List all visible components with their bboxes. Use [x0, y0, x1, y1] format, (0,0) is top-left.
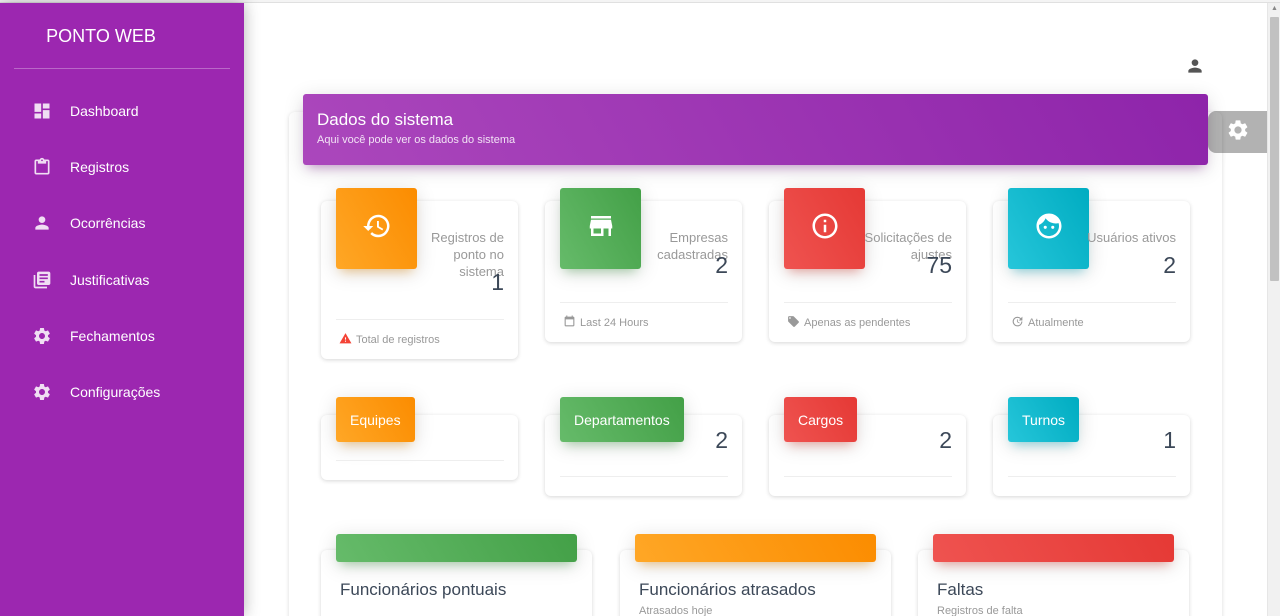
- gear-icon: [1226, 118, 1250, 147]
- sidebar-item-dashboard[interactable]: Dashboard: [0, 83, 244, 139]
- card-tag-turnos[interactable]: Turnos: [1008, 397, 1080, 442]
- card-turnos: Turnos 1: [993, 397, 1190, 496]
- sidebar: PONTO WEB Dashboard Registros Ocorrência…: [0, 3, 244, 616]
- sidebar-item-registros[interactable]: Registros: [0, 139, 244, 195]
- user-account-icon[interactable]: [1185, 56, 1205, 76]
- history-icon: [362, 211, 392, 246]
- scroll-up-arrow-icon[interactable]: ▲: [1268, 3, 1280, 15]
- stat-divider: [560, 302, 728, 303]
- stat-card-registros: Registros de ponto no sistema 1 Total de…: [321, 188, 518, 359]
- card-divider: [560, 476, 728, 477]
- stat-divider: [336, 319, 504, 320]
- card-divider: [1008, 476, 1176, 477]
- card-value: 1: [1163, 427, 1176, 453]
- card-cargos: Cargos 2: [769, 397, 966, 496]
- calendar-icon: [563, 315, 580, 331]
- sidebar-item-fechamentos[interactable]: Fechamentos: [0, 308, 244, 364]
- sidebar-item-justificativas[interactable]: Justificativas: [0, 252, 244, 308]
- stat-card-usuarios: Usuários ativos 2 Atualmente: [993, 188, 1190, 342]
- stat-footer: Total de registros: [339, 332, 440, 348]
- stat-footer: Atualmente: [1011, 315, 1084, 331]
- sidebar-item-label: Fechamentos: [70, 327, 155, 344]
- sidebar-item-label: Justificativas: [70, 271, 150, 288]
- brand-text: PONTO WEB: [46, 26, 156, 46]
- gear-icon: [32, 382, 52, 402]
- card-tag-cargos[interactable]: Cargos: [784, 397, 858, 442]
- card-header-bar: [635, 534, 876, 562]
- library-books-icon: [32, 270, 52, 290]
- stat-footer: Apenas as pendentes: [787, 315, 910, 331]
- stat-divider: [1008, 302, 1176, 303]
- card-subtitle: Registros de falta: [937, 605, 1023, 616]
- card-value: 2: [715, 427, 728, 453]
- card-tag-equipes[interactable]: Equipes: [336, 397, 415, 442]
- card-faltas: Faltas Registros de falta: [918, 534, 1189, 616]
- clipboard-icon: [32, 157, 52, 177]
- scroll-thumb[interactable]: [1270, 17, 1279, 281]
- update-icon: [1011, 315, 1028, 331]
- sidebar-item-label: Ocorrências: [70, 215, 146, 232]
- card-title: Funcionários pontuais: [340, 580, 507, 599]
- sidebar-item-configuracoes[interactable]: Configurações: [0, 364, 244, 420]
- face-icon: [1034, 211, 1064, 246]
- sidebar-item-ocorrencias[interactable]: Ocorrências: [0, 195, 244, 251]
- card-tag-departamentos[interactable]: Departamentos: [560, 397, 684, 442]
- stat-value: 75: [926, 252, 952, 278]
- card-header-bar: [336, 534, 577, 562]
- page-title: Dados do sistema: [317, 110, 454, 129]
- stat-footer-text: Total de registros: [356, 334, 440, 346]
- page-subtitle: Aqui você pode ver os dados do sistema: [317, 134, 516, 146]
- sidebar-item-label: Dashboard: [70, 103, 139, 120]
- card-divider: [336, 460, 504, 461]
- stat-value: 1: [491, 269, 504, 295]
- warning-icon: [339, 332, 356, 348]
- card-funcionarios-atrasados: Funcionários atrasados Atrasados hoje: [620, 534, 891, 616]
- sidebar-nav: Dashboard Registros Ocorrências Justific…: [0, 83, 244, 420]
- sidebar-item-label: Registros: [70, 159, 130, 176]
- gear-icon: [32, 326, 52, 346]
- card-title: Funcionários atrasados: [639, 580, 816, 599]
- stat-icon-box: [336, 188, 417, 269]
- card-value: 2: [939, 427, 952, 453]
- store-icon: [586, 211, 616, 246]
- stat-card-empresas: Empresas cadastradas 2 Last 24 Hours: [545, 188, 742, 342]
- card-subtitle: Atrasados hoje: [639, 605, 713, 616]
- stat-footer: Last 24 Hours: [563, 315, 648, 331]
- system-data-header: Dados do sistema Aqui você pode ver os d…: [303, 94, 1208, 165]
- stat-value: 2: [1163, 252, 1176, 278]
- stat-footer-text: Apenas as pendentes: [804, 317, 911, 329]
- card-equipes: Equipes: [321, 397, 518, 480]
- stat-value: 2: [715, 252, 728, 278]
- stat-category: Empresas cadastradas: [657, 230, 728, 262]
- card-funcionarios-pontuais: Funcionários pontuais: [321, 534, 592, 616]
- stat-category: Usuários ativos: [1087, 230, 1176, 245]
- sidebar-item-label: Configurações: [70, 384, 161, 401]
- card-departamentos: Departamentos 2: [545, 397, 742, 496]
- settings-plugin-button[interactable]: [1208, 111, 1267, 153]
- person-icon: [32, 213, 52, 233]
- brand-logo[interactable]: PONTO WEB: [14, 3, 230, 69]
- tag-icon: [787, 315, 804, 331]
- stat-footer-text: Last 24 Hours: [580, 317, 649, 329]
- dashboard-icon: [32, 101, 52, 121]
- card-header-bar: [933, 534, 1174, 562]
- card-divider: [784, 476, 952, 477]
- stat-footer-text: Atualmente: [1028, 317, 1084, 329]
- page-scrollbar[interactable]: ▲: [1267, 3, 1280, 616]
- info-icon: [810, 211, 840, 246]
- card-title: Faltas: [937, 580, 984, 599]
- stat-divider: [784, 302, 952, 303]
- stat-card-solicitacoes: Solicitações de ajustes 75 Apenas as pen…: [769, 188, 966, 342]
